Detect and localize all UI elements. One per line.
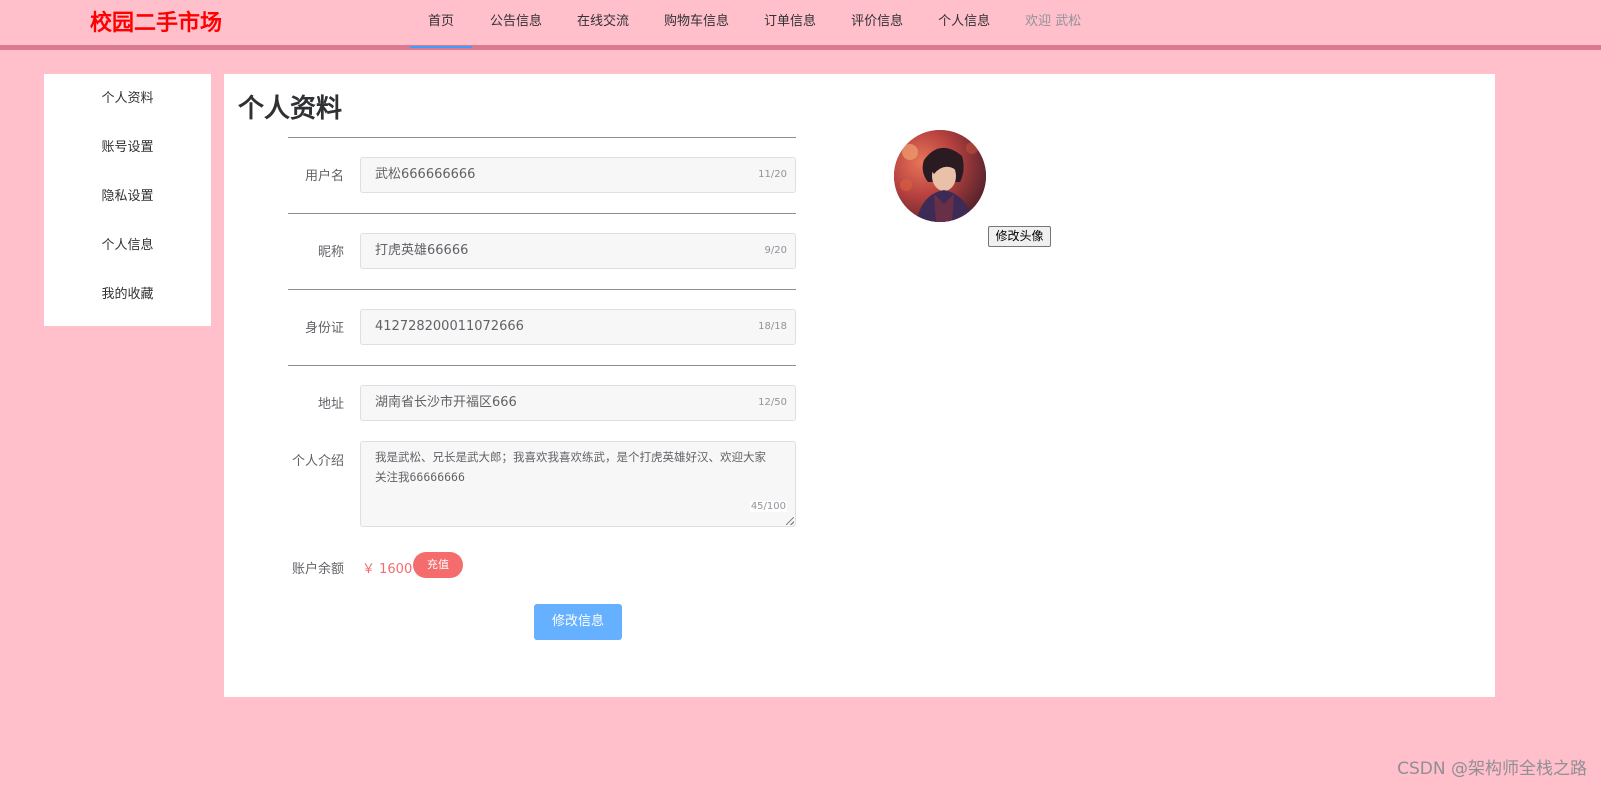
sidebar-item-profile[interactable]: 个人资料: [44, 74, 211, 123]
sidebar-item-privacy-settings[interactable]: 隐私设置: [44, 172, 211, 221]
id-card-input[interactable]: 412728200011072666 18/18: [360, 309, 796, 345]
avatar: [894, 130, 986, 222]
address-counter: 12/50: [758, 397, 787, 408]
top-header: 校园二手市场 首页 公告信息 在线交流 购物车信息 订单信息 评价信息 个人信息…: [0, 0, 1601, 50]
main-nav: 首页 公告信息 在线交流 购物车信息 订单信息 评价信息 个人信息 欢迎 武松: [410, 0, 1116, 48]
divider: [288, 213, 796, 214]
intro-value: 我是武松、兄长是武大郎；我喜欢我喜欢练武，是个打虎英雄好汉、欢迎大家关注我666…: [375, 450, 766, 484]
avatar-image: [894, 130, 986, 222]
balance-label: 账户余额: [291, 562, 344, 577]
profile-panel: 个人资料 用户名 武松666666666 11/20 昵称 打虎英雄66666 …: [224, 74, 1495, 697]
nickname-counter: 9/20: [764, 245, 787, 256]
nickname-value: 打虎英雄66666: [375, 243, 469, 258]
address-value: 湖南省长沙市开福区666: [375, 395, 517, 410]
intro-label: 个人介绍: [291, 454, 344, 469]
nav-orders[interactable]: 订单信息: [764, 0, 816, 48]
address-label: 地址: [317, 397, 344, 412]
nav-personal-info[interactable]: 个人信息: [938, 0, 990, 48]
resize-handle-icon[interactable]: [786, 517, 794, 525]
divider: [288, 365, 796, 366]
username-counter: 11/20: [758, 169, 787, 180]
nav-home[interactable]: 首页: [410, 0, 472, 48]
nav-online-chat[interactable]: 在线交流: [577, 0, 629, 48]
id-card-counter: 18/18: [758, 321, 787, 332]
welcome-text: 欢迎 武松: [1025, 14, 1082, 29]
sidebar-item-personal-info[interactable]: 个人信息: [44, 221, 211, 270]
nickname-input[interactable]: 打虎英雄66666 9/20: [360, 233, 796, 269]
sidebar-item-account-settings[interactable]: 账号设置: [44, 123, 211, 172]
nav-announcements[interactable]: 公告信息: [490, 0, 542, 48]
recharge-button[interactable]: 充值: [413, 552, 463, 578]
intro-counter: 45/100: [749, 501, 787, 512]
profile-sidebar: 个人资料 账号设置 隐私设置 个人信息 我的收藏: [44, 74, 211, 326]
username-value: 武松666666666: [375, 167, 476, 182]
update-info-button[interactable]: 修改信息: [534, 604, 622, 640]
site-logo[interactable]: 校园二手市场: [90, 5, 222, 37]
nickname-label: 昵称: [317, 245, 344, 260]
nav-cart[interactable]: 购物车信息: [664, 0, 729, 48]
divider: [288, 289, 796, 290]
sidebar-item-favorites[interactable]: 我的收藏: [44, 270, 211, 319]
nav-reviews[interactable]: 评价信息: [851, 0, 903, 48]
change-avatar-button[interactable]: 修改头像: [988, 226, 1051, 247]
balance-value: ￥ 1600: [362, 562, 413, 577]
intro-textarea[interactable]: 我是武松、兄长是武大郎；我喜欢我喜欢练武，是个打虎英雄好汉、欢迎大家关注我666…: [360, 441, 796, 527]
username-input[interactable]: 武松666666666 11/20: [360, 157, 796, 193]
username-label: 用户名: [304, 169, 344, 184]
id-card-value: 412728200011072666: [375, 319, 524, 334]
address-input[interactable]: 湖南省长沙市开福区666 12/50: [360, 385, 796, 421]
page-title: 个人资料: [238, 94, 343, 124]
watermark: CSDN @架构师全栈之路: [1397, 759, 1587, 779]
id-card-label: 身份证: [304, 321, 344, 336]
divider: [288, 137, 796, 138]
